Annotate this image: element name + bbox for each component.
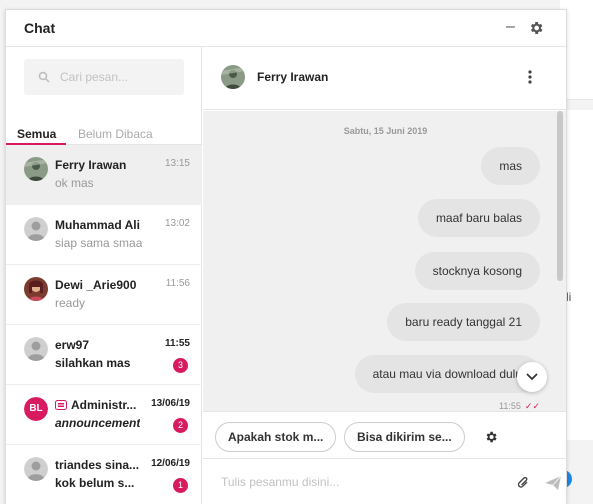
conversation-name: triandes sina... xyxy=(55,458,140,472)
official-badge-icon xyxy=(55,400,67,410)
chat-window: Chat – Semua Belum Dibaca Ferry Irawan o… xyxy=(5,9,567,504)
avatar xyxy=(24,157,48,181)
quick-replies-bar: Apakah stok m... Bisa dikirim se... xyxy=(203,411,566,459)
avatar xyxy=(221,65,245,89)
conversation-sidebar: Semua Belum Dibaca Ferry Irawan ok mas 1… xyxy=(6,47,202,504)
message-bubble: mas xyxy=(481,147,540,185)
message-bubble: maaf baru balas xyxy=(417,199,540,237)
tab-semua[interactable]: Semua xyxy=(17,127,56,141)
conversation-list: Ferry Irawan ok mas 13:15 Muhammad Ali s… xyxy=(6,145,202,504)
conversation-name-text: Administr... xyxy=(71,398,137,412)
message-bubble: atau mau via download dulu xyxy=(354,355,540,393)
read-receipt-icon: ✓✓ xyxy=(524,401,540,411)
chat-panel: Ferry Irawan Sabtu, 15 Juni 2019 mas maa… xyxy=(203,47,566,504)
avatar xyxy=(24,457,48,481)
avatar: BL xyxy=(24,397,48,421)
conversation-name: erw97 xyxy=(55,338,90,352)
chat-header: Ferry Irawan xyxy=(203,47,566,110)
conversation-time: 12/06/19 xyxy=(151,458,190,469)
search-box[interactable] xyxy=(24,59,184,95)
quick-reply-button[interactable]: Apakah stok m... xyxy=(215,422,337,452)
gear-icon[interactable] xyxy=(528,20,544,36)
search-input[interactable] xyxy=(60,70,170,84)
message-bubble: stocknya kosong xyxy=(414,252,540,290)
search-icon xyxy=(38,71,50,83)
message-bubble: baru ready tanggal 21 xyxy=(387,303,540,341)
conversation-tabs: Semua Belum Dibaca xyxy=(6,111,202,145)
conversation-time: 11:55 xyxy=(164,338,190,349)
quick-reply-button[interactable]: Bisa dikirim se... xyxy=(344,422,465,452)
chat-window-header: Chat – xyxy=(6,10,566,47)
conversation-time: 11:56 xyxy=(165,278,190,289)
avatar xyxy=(24,277,48,301)
scroll-to-bottom-button[interactable] xyxy=(517,362,547,392)
conversation-preview: ready xyxy=(55,296,86,310)
conversation-item[interactable]: BL Administr... announcement 13/06/19 2 xyxy=(6,385,202,445)
conversation-item[interactable]: Dewi _Arie900 ready 11:56 xyxy=(6,265,202,325)
avatar-initials: BL xyxy=(24,397,48,421)
message-area[interactable]: Sabtu, 15 Juni 2019 mas maaf baru balas … xyxy=(203,111,566,411)
send-icon[interactable] xyxy=(544,475,562,491)
conversation-preview: siap sama smaa xyxy=(55,236,143,250)
conversation-name: Dewi _Arie900 xyxy=(55,278,137,292)
chat-contact-name: Ferry Irawan xyxy=(257,70,329,84)
conversation-preview: ok mas xyxy=(55,176,94,190)
message-input[interactable] xyxy=(221,475,491,489)
conversation-name: Muhammad Ali xyxy=(55,218,140,232)
avatar xyxy=(24,337,48,361)
unread-badge: 1 xyxy=(173,478,188,493)
conversation-item[interactable]: Muhammad Ali siap sama smaa 13:02 xyxy=(6,205,202,265)
conversation-preview: silahkan mas xyxy=(55,356,131,370)
chevron-down-icon xyxy=(526,373,538,381)
tab-belum-dibaca[interactable]: Belum Dibaca xyxy=(78,127,153,141)
conversation-preview: kok belum s... xyxy=(55,476,135,490)
conversation-time: 13:02 xyxy=(164,218,190,229)
minimize-icon[interactable]: – xyxy=(506,18,515,36)
chat-window-title: Chat xyxy=(24,20,56,36)
conversation-item[interactable]: erw97 silahkan mas 11:55 3 xyxy=(6,325,202,385)
conversation-time: 13/06/19 xyxy=(151,398,190,409)
conversation-item[interactable]: Ferry Irawan ok mas 13:15 xyxy=(6,145,202,205)
paperclip-icon[interactable] xyxy=(516,475,530,491)
message-composer xyxy=(203,459,566,504)
conversation-preview: announcement xyxy=(55,416,141,430)
avatar xyxy=(24,217,48,241)
gear-icon[interactable] xyxy=(484,430,498,444)
scrollbar-thumb[interactable] xyxy=(557,111,563,281)
message-time: 11:55 xyxy=(499,401,521,411)
conversation-time: 13:15 xyxy=(164,158,190,169)
unread-badge: 2 xyxy=(173,418,188,433)
conversation-item[interactable]: triandes sina... kok belum s... 12/06/19… xyxy=(6,445,202,504)
conversation-name: Administr... xyxy=(55,398,136,412)
conversation-name: Ferry Irawan xyxy=(55,158,127,172)
more-options-icon[interactable] xyxy=(525,68,535,86)
date-separator: Sabtu, 15 Juni 2019 xyxy=(343,126,428,136)
unread-badge: 3 xyxy=(173,358,188,373)
